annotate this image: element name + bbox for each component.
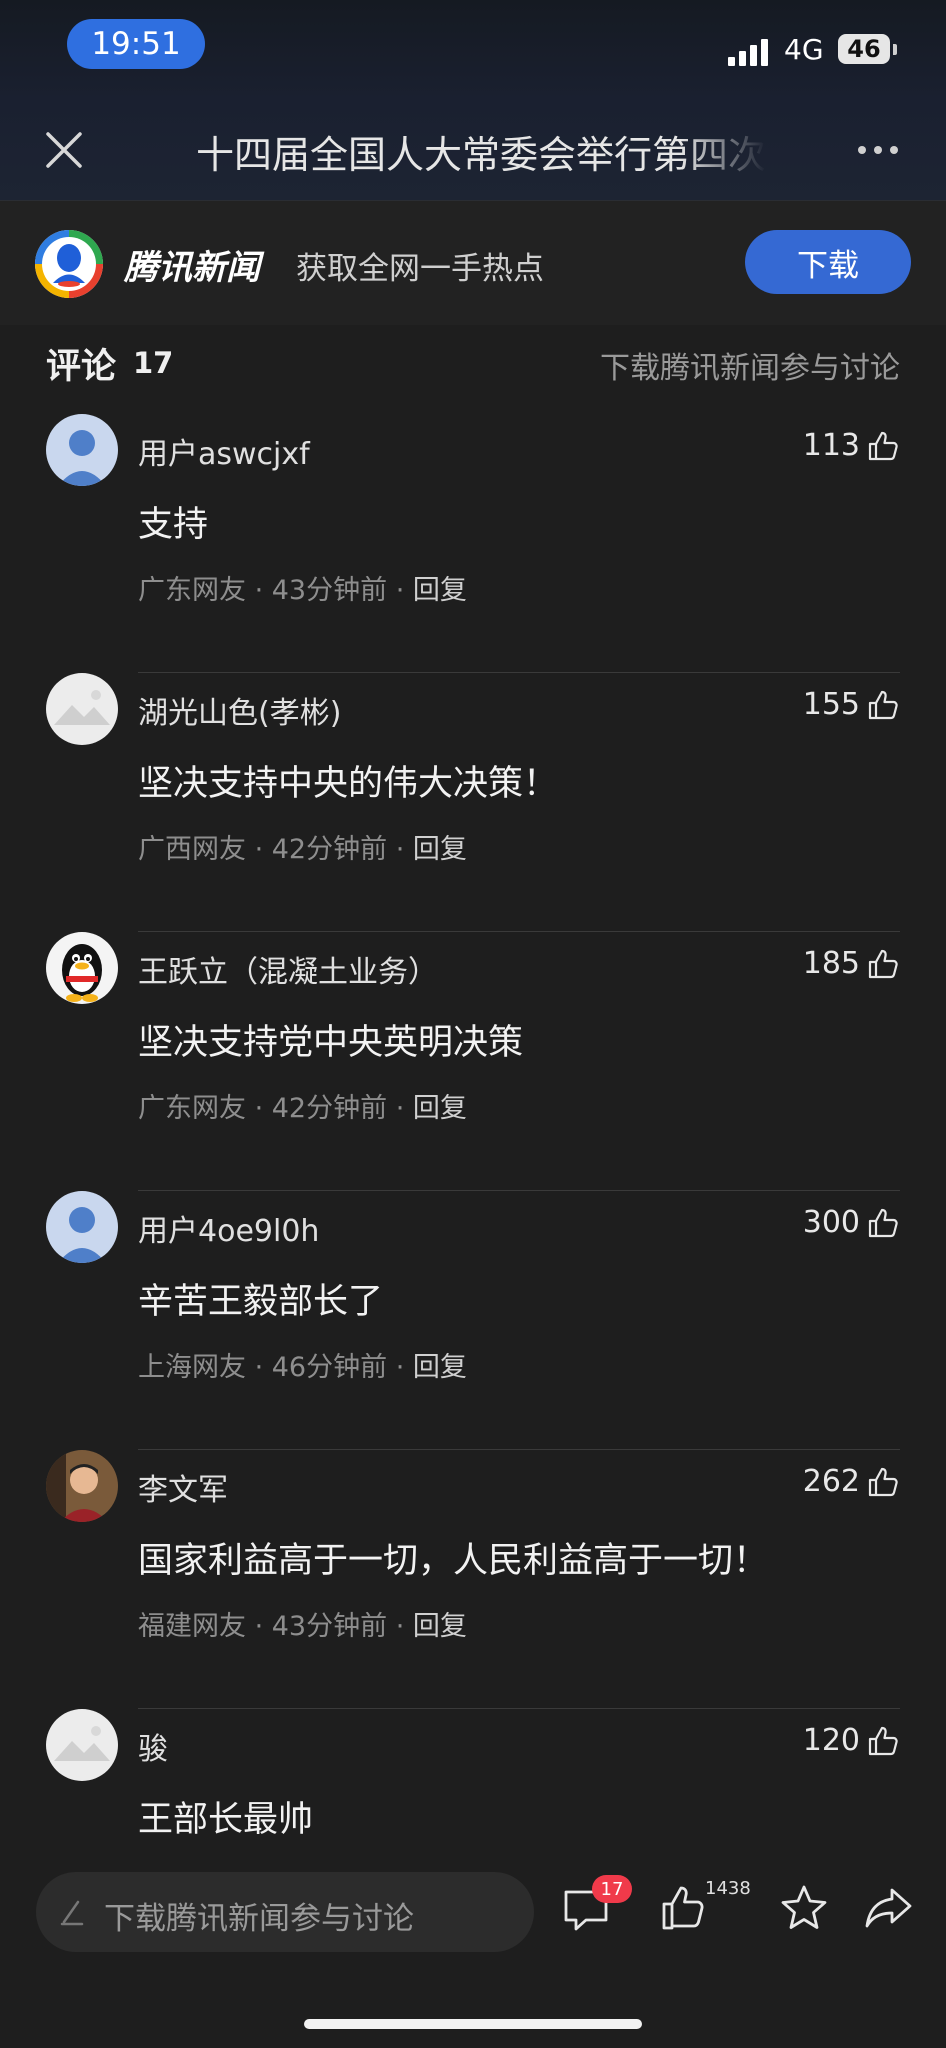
close-icon[interactable] (42, 128, 86, 172)
reply-button[interactable]: 回复 (413, 575, 467, 606)
default-avatar-icon[interactable] (46, 414, 118, 486)
comment-username[interactable]: 骏 (138, 1724, 168, 1768)
comment-like-button[interactable]: 155 (803, 687, 900, 722)
penguin-avatar[interactable] (46, 932, 118, 1004)
share-icon[interactable] (862, 1882, 914, 1934)
like-icon[interactable] (658, 1882, 710, 1934)
network-type: 4G (784, 33, 824, 66)
comment-username[interactable]: 李文军 (138, 1465, 228, 1509)
comment-meta: 广东网友 · 42分钟前 · 回复 (138, 1093, 467, 1124)
comment-text: 国家利益高于一切，人民利益高于一切！ (138, 1541, 769, 1581)
thumbs-up-icon (868, 1208, 898, 1237)
comment-time: 42分钟前 (271, 1093, 388, 1124)
comment-like-button[interactable]: 185 (803, 946, 900, 981)
thumbs-up-icon (868, 690, 898, 719)
comment-item: 湖光山色(孝彬) 155 坚决支持中央的伟大决策！ 广西网友 · 42分钟前 ·… (0, 673, 946, 932)
comment-time: 43分钟前 (271, 575, 388, 606)
home-indicator[interactable] (304, 2019, 642, 2029)
battery-tip (893, 44, 897, 55)
article-title: 十四届全国人大常委会举行第四次 (196, 133, 766, 177)
comment-text: 辛苦王毅部长了 (138, 1282, 384, 1322)
thumbs-up-icon (868, 1726, 898, 1755)
landscape-avatar[interactable] (46, 1709, 118, 1781)
comment-like-count: 155 (802, 687, 860, 722)
reply-button[interactable]: 回复 (413, 834, 467, 865)
comment-username[interactable]: 湖光山色(孝彬) (138, 688, 341, 732)
reply-button[interactable]: 回复 (413, 1093, 467, 1124)
app-slogan: 获取全网一手热点 (296, 251, 544, 287)
comment-like-count: 120 (802, 1723, 860, 1758)
comment-text: 王部长最帅 (138, 1800, 314, 1840)
comment-like-button[interactable]: 120 (803, 1723, 900, 1758)
comment-time: 46分钟前 (271, 1352, 388, 1383)
comment-like-count: 262 (802, 1464, 860, 1499)
comment-meta: 广东网友 · 43分钟前 · 回复 (138, 575, 467, 606)
comment-username[interactable]: 用户4oe9l0h (138, 1206, 319, 1250)
comment-text: 坚决支持党中央英明决策 (138, 1023, 524, 1063)
comment-username[interactable]: 王跃立（混凝土业务） (138, 947, 438, 991)
comment-location: 广西网友 (138, 834, 246, 865)
comment-meta: 广西网友 · 42分钟前 · 回复 (138, 834, 467, 865)
default-avatar-icon[interactable] (46, 1191, 118, 1263)
comment-location: 广东网友 (138, 1093, 246, 1124)
comment-location: 广东网友 (138, 575, 246, 606)
pen-icon (60, 1900, 84, 1926)
comment-time: 43分钟前 (271, 1611, 388, 1642)
comment-like-count: 113 (802, 428, 860, 463)
comment-username[interactable]: 用户aswcjxf (138, 429, 310, 473)
comments-heading: 评论 (46, 347, 117, 387)
comment-meta: 上海网友 · 46分钟前 · 回复 (138, 1352, 467, 1383)
app-name: 腾讯新闻 (124, 248, 260, 288)
download-discuss-link[interactable]: 下载腾讯新闻参与讨论 (600, 343, 900, 387)
like-total-count: 1438 (705, 1878, 751, 1899)
comment-like-button[interactable]: 262 (803, 1464, 900, 1499)
battery-icon: 46 (838, 34, 890, 64)
download-button[interactable]: 下载 (745, 230, 911, 294)
tencent-news-logo (35, 230, 103, 298)
comment-like-count: 300 (802, 1205, 860, 1240)
photo-avatar[interactable] (46, 1450, 118, 1522)
more-options-icon[interactable] (858, 138, 906, 162)
landscape-avatar[interactable] (46, 673, 118, 745)
comment-item: 王跃立（混凝土业务） 185 坚决支持党中央英明决策 广东网友 · 42分钟前 … (0, 932, 946, 1191)
comment-location: 上海网友 (138, 1352, 246, 1383)
comment-item: 李文军 262 国家利益高于一切，人民利益高于一切！ 福建网友 · 43分钟前 … (0, 1450, 946, 1709)
reply-button[interactable]: 回复 (413, 1352, 467, 1383)
comment-item: 用户4oe9l0h 300 辛苦王毅部长了 上海网友 · 46分钟前 · 回复 (0, 1191, 946, 1450)
reply-button[interactable]: 回复 (413, 1611, 467, 1642)
comment-item: 用户aswcjxf 113 支持 广东网友 · 43分钟前 · 回复 (0, 414, 946, 673)
comment-like-count: 185 (802, 946, 860, 981)
comment-input-placeholder[interactable]: 下载腾讯新闻参与讨论 (104, 1893, 414, 1938)
thumbs-up-icon (868, 1467, 898, 1496)
comment-text: 支持 (138, 505, 209, 545)
status-time: 19:51 (67, 19, 205, 69)
comment-like-button[interactable]: 300 (803, 1205, 900, 1240)
signal-icon (728, 38, 772, 66)
comment-location: 福建网友 (138, 1611, 246, 1642)
comment-count-badge: 17 (592, 1875, 632, 1903)
comment-like-button[interactable]: 113 (803, 428, 900, 463)
thumbs-up-icon (868, 949, 898, 978)
comment-text: 坚决支持中央的伟大决策！ (138, 764, 559, 804)
comment-time: 42分钟前 (271, 834, 388, 865)
comments-count: 17 (133, 346, 174, 380)
star-icon[interactable] (778, 1882, 830, 1934)
thumbs-up-icon (868, 431, 898, 460)
comment-meta: 福建网友 · 43分钟前 · 回复 (138, 1611, 467, 1642)
